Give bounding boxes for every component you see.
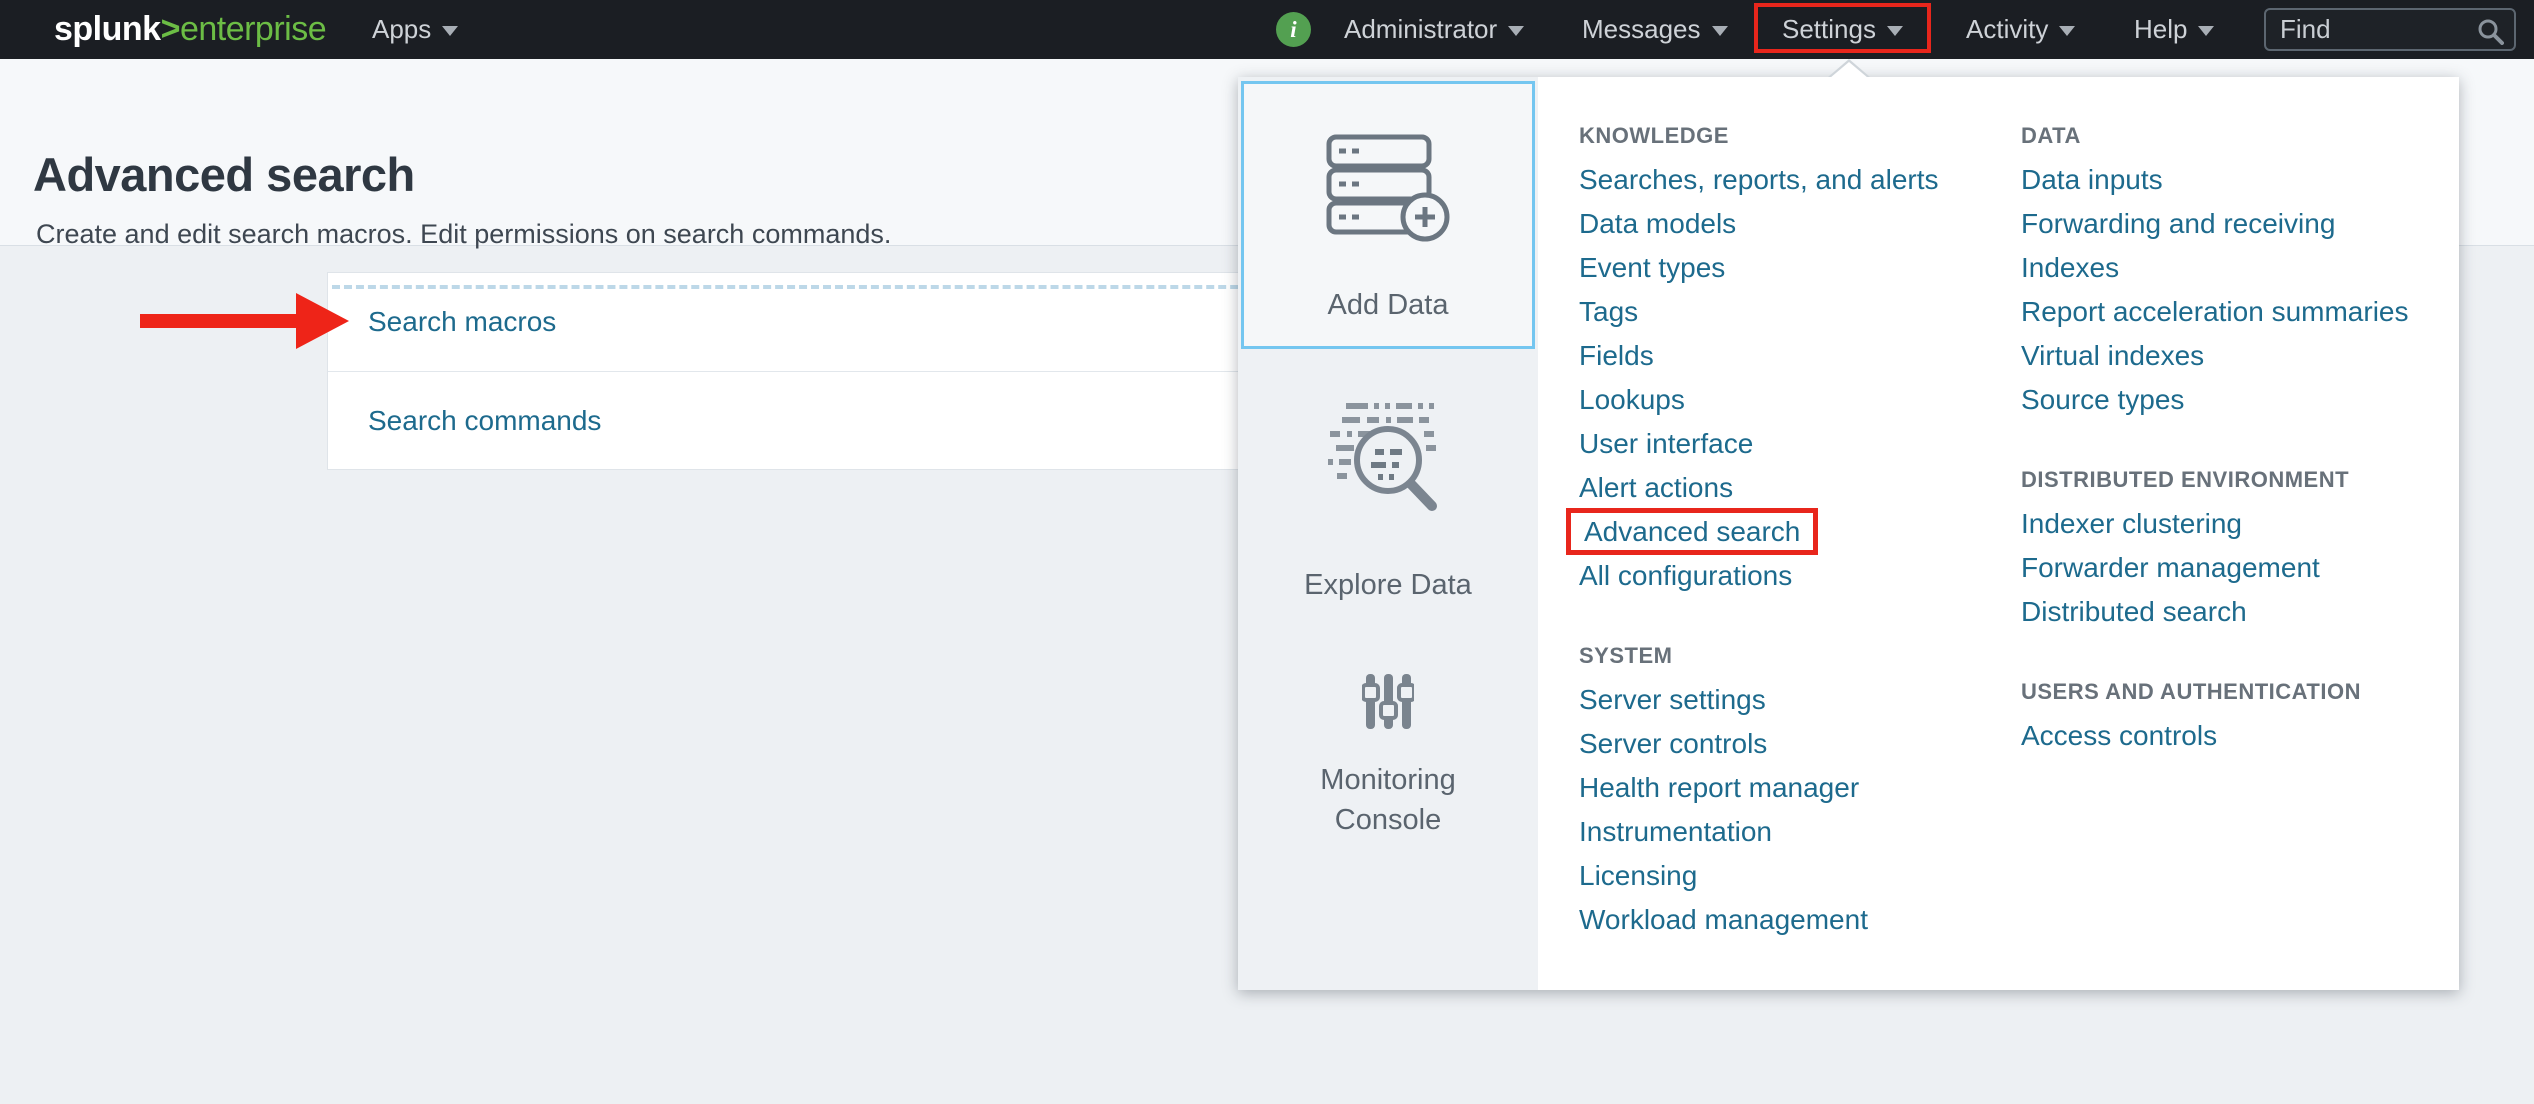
menu-link-data-inputs[interactable]: Data inputs [2021, 158, 2451, 202]
tile-monitoring-console-label: Monitoring Console [1303, 760, 1473, 840]
settings-dropdown-menu: Add Data [1238, 77, 2459, 990]
chevron-down-icon [442, 26, 458, 36]
menu-link-health-report-manager[interactable]: Health report manager [1579, 766, 2009, 810]
menu-link-tags[interactable]: Tags [1579, 290, 2009, 334]
panel-row: Search macros [328, 273, 1326, 371]
menu-link-indexes[interactable]: Indexes [2021, 246, 2451, 290]
menu-link-all-configurations[interactable]: All configurations [1579, 554, 2009, 598]
menu-link-virtual-indexes[interactable]: Virtual indexes [2021, 334, 2451, 378]
menu-section-header-system: SYSTEM [1579, 634, 2009, 678]
annotation-arrow [140, 293, 350, 349]
nav-settings-menu[interactable]: Settings [1782, 0, 1903, 59]
panel-link-search-macros[interactable]: Search macros [368, 306, 556, 338]
nav-activity-menu[interactable]: Activity [1966, 0, 2075, 59]
menu-link-data-models[interactable]: Data models [1579, 202, 2009, 246]
menu-link-instrumentation[interactable]: Instrumentation [1579, 810, 2009, 854]
panel-link-search-commands[interactable]: Search commands [368, 405, 601, 437]
menu-link-access-controls[interactable]: Access controls [2021, 714, 2451, 758]
menu-link-licensing[interactable]: Licensing [1579, 854, 2009, 898]
menu-link-indexer-clustering[interactable]: Indexer clustering [2021, 502, 2451, 546]
top-navbar: splunk>enterprise Apps i Administrator M… [0, 0, 2534, 59]
nav-help-menu[interactable]: Help [2134, 0, 2214, 59]
logo-product: enterprise [180, 10, 326, 48]
chevron-down-icon [1712, 26, 1728, 36]
annotation-arrow-shaft [140, 314, 300, 328]
tile-add-data-label: Add Data [1244, 285, 1532, 325]
menu-link-user-interface[interactable]: User interface [1579, 422, 2009, 466]
menu-link-lookups[interactable]: Lookups [1579, 378, 2009, 422]
nav-apps-menu[interactable]: Apps [372, 0, 458, 59]
tile-explore-data-label: Explore Data [1238, 565, 1538, 605]
menu-section-header-data: DATA [2021, 114, 2451, 158]
chevron-down-icon [2198, 26, 2214, 36]
monitoring-console-icon [1362, 673, 1414, 731]
dropdown-links-column-1: KNOWLEDGESearches, reports, and alertsDa… [1579, 114, 2009, 942]
logo-brand: splunk [54, 10, 161, 48]
menu-link-source-types[interactable]: Source types [2021, 378, 2451, 422]
tile-add-data[interactable]: Add Data [1241, 81, 1535, 349]
panel-row: Search commands [328, 371, 1326, 469]
logo-angle-icon: > [161, 10, 180, 48]
explore-data-icon [1326, 398, 1451, 518]
menu-section-header-distributed-environment: DISTRIBUTED ENVIRONMENT [2021, 458, 2451, 502]
tile-monitoring-console[interactable]: Monitoring Console [1238, 673, 1538, 840]
dropdown-tile-column: Add Data [1238, 77, 1538, 990]
menu-link-server-controls[interactable]: Server controls [1579, 722, 2009, 766]
find-search-input[interactable] [2280, 10, 2460, 49]
splunk-app-window: splunk>enterprise Apps i Administrator M… [0, 0, 2534, 1104]
chevron-down-icon [1887, 26, 1903, 36]
menu-link-event-types[interactable]: Event types [1579, 246, 2009, 290]
menu-link-server-settings[interactable]: Server settings [1579, 678, 2009, 722]
tile-explore-data[interactable]: Explore Data [1238, 398, 1538, 605]
dropdown-links-column-2: DATAData inputsForwarding and receivingI… [2021, 114, 2451, 758]
nav-administrator-menu[interactable]: Administrator [1344, 0, 1524, 59]
menu-link-fields[interactable]: Fields [1579, 334, 2009, 378]
search-icon [2477, 18, 2504, 45]
chevron-down-icon [1508, 26, 1524, 36]
page-title: Advanced search [33, 147, 415, 202]
add-data-icon [1326, 134, 1451, 242]
info-icon[interactable]: i [1276, 12, 1311, 47]
page-subtitle: Create and edit search macros. Edit perm… [36, 219, 891, 250]
menu-link-advanced-search[interactable]: Advanced search [1579, 510, 2009, 554]
splunk-logo[interactable]: splunk>enterprise [54, 0, 326, 59]
menu-link-forwarding-and-receiving[interactable]: Forwarding and receiving [2021, 202, 2451, 246]
menu-link-distributed-search[interactable]: Distributed search [2021, 590, 2451, 634]
nav-messages-menu[interactable]: Messages [1582, 0, 1728, 59]
chevron-down-icon [2059, 26, 2075, 36]
menu-section-header-users-and-authentication: USERS AND AUTHENTICATION [2021, 670, 2451, 714]
menu-section-header-knowledge: KNOWLEDGE [1579, 114, 2009, 158]
find-search-box [2264, 8, 2516, 51]
advanced-search-panel: Search macros Search commands [327, 272, 1327, 470]
menu-link-report-acceleration-summaries[interactable]: Report acceleration summaries [2021, 290, 2451, 334]
menu-link-workload-management[interactable]: Workload management [1579, 898, 2009, 942]
menu-link-searches-reports-and-alerts[interactable]: Searches, reports, and alerts [1579, 158, 2009, 202]
menu-link-forwarder-management[interactable]: Forwarder management [2021, 546, 2451, 590]
menu-link-alert-actions[interactable]: Alert actions [1579, 466, 2009, 510]
